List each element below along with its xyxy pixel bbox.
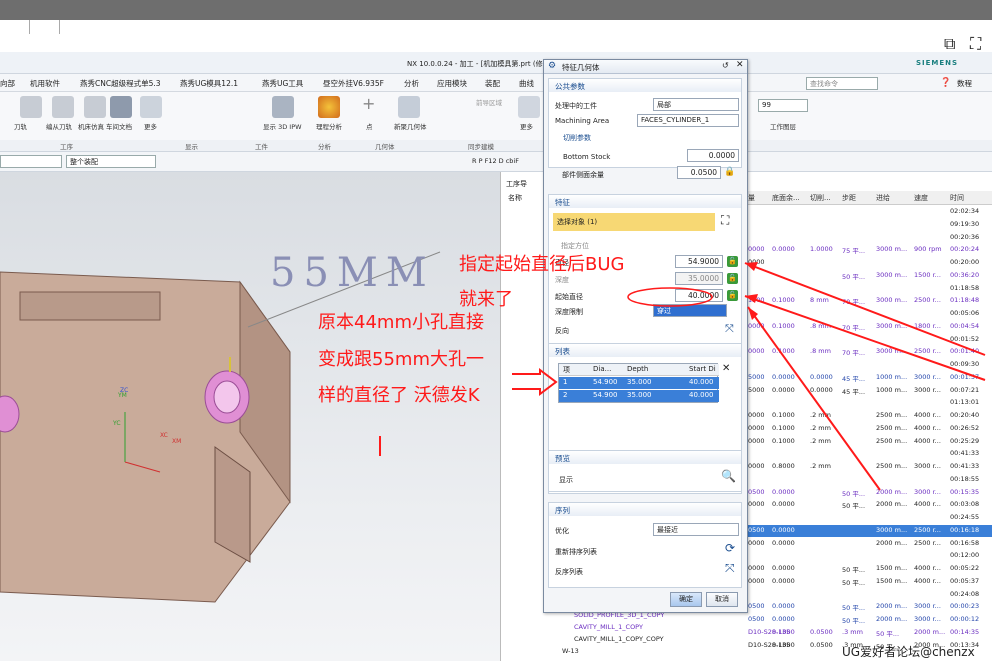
highlight-ellipse bbox=[627, 287, 713, 307]
annotation-text: 变成跟55mm大孔一 bbox=[318, 349, 484, 370]
annotation-arrows bbox=[379, 262, 986, 491]
annotation-text: 样的直径了 沃德发K bbox=[318, 385, 480, 406]
arrow-line bbox=[747, 306, 881, 491]
annotation-text: 就来了 bbox=[459, 289, 513, 310]
annotation-text: 指定起始直径后BUG bbox=[459, 254, 625, 275]
arrowhead bbox=[745, 294, 758, 303]
forum-watermark: UG爱好者论坛@chenzx bbox=[842, 645, 975, 659]
hollow-arrow bbox=[512, 368, 558, 396]
annotation-text: 原本44mm小孔直接 bbox=[318, 312, 484, 333]
